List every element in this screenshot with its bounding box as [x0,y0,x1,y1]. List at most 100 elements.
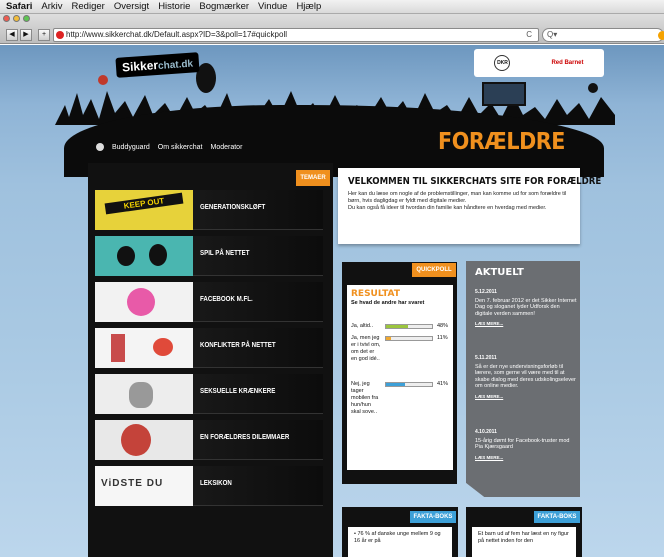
poll-percent: 48% [437,323,449,329]
nav-om-sikkerchat[interactable]: Om sikkerchat [158,144,203,151]
welcome-box: VELKOMMEN TIL SIKKERCHATS SITE FOR FORÆL… [338,168,602,244]
fact-box-1: FAKTA-BOKS • 76 % af danske unge mellem … [342,507,458,557]
menu-rediger[interactable]: Rediger [72,1,105,12]
add-bookmark-button[interactable]: + [38,29,50,41]
fact-box-tag: FAKTA-BOKS [534,511,580,523]
theme-label: FACEBOOK M.FL. [200,296,253,303]
theme-thumb-conflict [95,328,193,368]
poll-bar [385,336,433,341]
news-item: 4.10.2011 15-årig dømt for Facebook-trus… [475,429,577,461]
poll-percent: 11% [437,335,448,341]
welcome-body-1: Her kan du læse om nogle af de problemst… [348,191,567,204]
activity-icon [658,31,664,40]
keep-out-tape: KEEP OUT [104,192,184,215]
menu-vindue[interactable]: Vindue [258,1,287,12]
news-item: 5.11.2011 Så er der nye undervisningsfor… [475,355,577,400]
news-date: 4.10.2011 [475,429,497,435]
buddyguard-icon [96,143,104,151]
fact-box-text: • 76 % af danske unge mellem 9 og 16 år … [348,527,452,557]
welcome-body-2: Du kan også få ideer til hvordan din fam… [348,205,547,211]
globe-icon [127,288,155,316]
theme-seksuelle-kraenkere[interactable]: SEKSUELLE KRÆNKERE [95,374,323,414]
news-item: 5.12.2011 Den 7. februar 2012 er det Sik… [475,289,577,328]
poll-bar [385,324,433,329]
theme-label: KONFLIKTER PÅ NETTET [200,342,276,349]
game-creature-icon [149,244,167,266]
address-url: http://www.sikkerchat.dk/Default.aspx?ID… [66,30,288,39]
theme-dilemmaer[interactable]: EN FORÆLDRES DILEMMAER [95,420,323,460]
theme-konflikter[interactable]: KONFLIKTER PÅ NETTET [95,328,323,368]
news-text: Den 7. februar 2012 er det Sikker Intern… [475,297,577,317]
theme-thumb-vidste-du: ViDSTE DU [95,466,193,506]
red-barnet-logo[interactable]: Red Barnet [551,60,583,66]
theme-spil-paa-nettet[interactable]: SPIL PÅ NETTET [95,236,323,276]
owl-icon [588,83,598,93]
top-nav: Buddyguard Om sikkerchat Moderator [96,143,242,151]
menu-arkiv[interactable]: Arkiv [41,1,62,12]
site-favicon-icon [56,31,64,39]
poll-result: RESULTAT Se hvad de andre har svaret Ja,… [347,285,453,470]
theme-thumb-face [95,420,193,460]
figure-icon [153,338,173,356]
fact-box-2: FAKTA-BOKS Et barn ud af fem har læst en… [466,507,582,557]
read-more-link[interactable]: LÆS MERE... [475,321,577,328]
close-window-button[interactable] [3,15,10,22]
fact-box-text: Et barn ud af fem har læst en ny figur p… [472,527,576,557]
menu-bar: Safari Arkiv Rediger Oversigt Historie B… [0,0,664,14]
dkr-logo[interactable]: DKR [494,55,511,71]
laptop-illustration [482,82,526,106]
news-date: 5.12.2011 [475,289,497,295]
red-creature-icon [98,75,108,85]
theme-thumb-globe [95,282,193,322]
search-placeholder: Q▾ [547,30,558,39]
theme-thumb-hand [95,374,193,414]
forward-button[interactable]: ▶ [20,29,32,41]
theme-label: SEKSUELLE KRÆNKERE [200,388,276,395]
nav-moderator[interactable]: Moderator [211,144,243,151]
sikkerchat-logo[interactable]: Sikkerchat.dk [115,52,200,78]
welcome-title: VELKOMMEN TIL SIKKERCHATS SITE FOR FORÆL… [348,176,602,187]
read-more-link[interactable]: LÆS MERE... [475,455,577,462]
nav-buddyguard[interactable]: Buddyguard [112,144,150,151]
game-creature-icon [117,246,135,266]
theme-label: SPIL PÅ NETTET [200,250,250,257]
fact-box-tag: FAKTA-BOKS [410,511,456,523]
figure-icon [111,334,125,362]
poll-bar [385,382,433,387]
section-title: FORÆLDRE [438,129,565,155]
back-button[interactable]: ◀ [6,29,18,41]
face-icon [121,424,151,456]
theme-leksikon[interactable]: ViDSTE DU LEKSIKON [95,466,323,506]
quickpoll-tag: QUICKPOLL [412,263,456,277]
menu-safari[interactable]: Safari [6,1,32,12]
poll-option-text: Ja, men jeg er i tvivl om, om det er en … [351,335,381,362]
partner-logos: DKR Red Barnet [474,49,604,77]
theme-label: EN FORÆLDRES DILEMMAER [200,434,290,441]
menu-bogmaerker[interactable]: Bogmærker [199,1,249,12]
news-text: 15-årig dømt for Facebook-truster mod Pi… [475,437,570,451]
news-text: Så er der nye undervisningsforløb til læ… [475,363,576,390]
menu-hjaelp[interactable]: Hjælp [296,1,321,12]
theme-thumb-games [95,236,193,276]
zoom-window-button[interactable] [23,15,30,22]
poll-percent: 41% [437,381,449,387]
read-more-link[interactable]: LÆS MERE... [475,394,577,401]
poll-bar-fill [386,383,405,386]
minimize-window-button[interactable] [13,15,20,22]
theme-label: LEKSIKON [200,480,232,487]
menu-oversigt[interactable]: Oversigt [114,1,149,12]
menu-historie[interactable]: Historie [158,1,190,12]
search-field[interactable]: Q▾ [542,28,664,42]
reload-icon[interactable]: C [526,29,532,41]
hand-icon [129,382,153,408]
poll-bar-fill [386,337,392,340]
window-controls [3,15,30,22]
theme-facebook[interactable]: FACEBOOK M.FL. [95,282,323,322]
address-bar[interactable]: http://www.sikkerchat.dk/Default.aspx?ID… [53,28,539,42]
poll-title: RESULTAT [351,289,400,299]
theme-thumb-keep-out: KEEP OUT [95,190,193,230]
news-title: AKTUELT [475,267,524,278]
web-page: Sikkerchat.dk DKR Red Barnet Buddyguard … [0,45,664,557]
logo-text: Sikker [121,57,159,75]
theme-generationskloeft[interactable]: KEEP OUT GENERATIONSKLØFT [95,190,323,230]
